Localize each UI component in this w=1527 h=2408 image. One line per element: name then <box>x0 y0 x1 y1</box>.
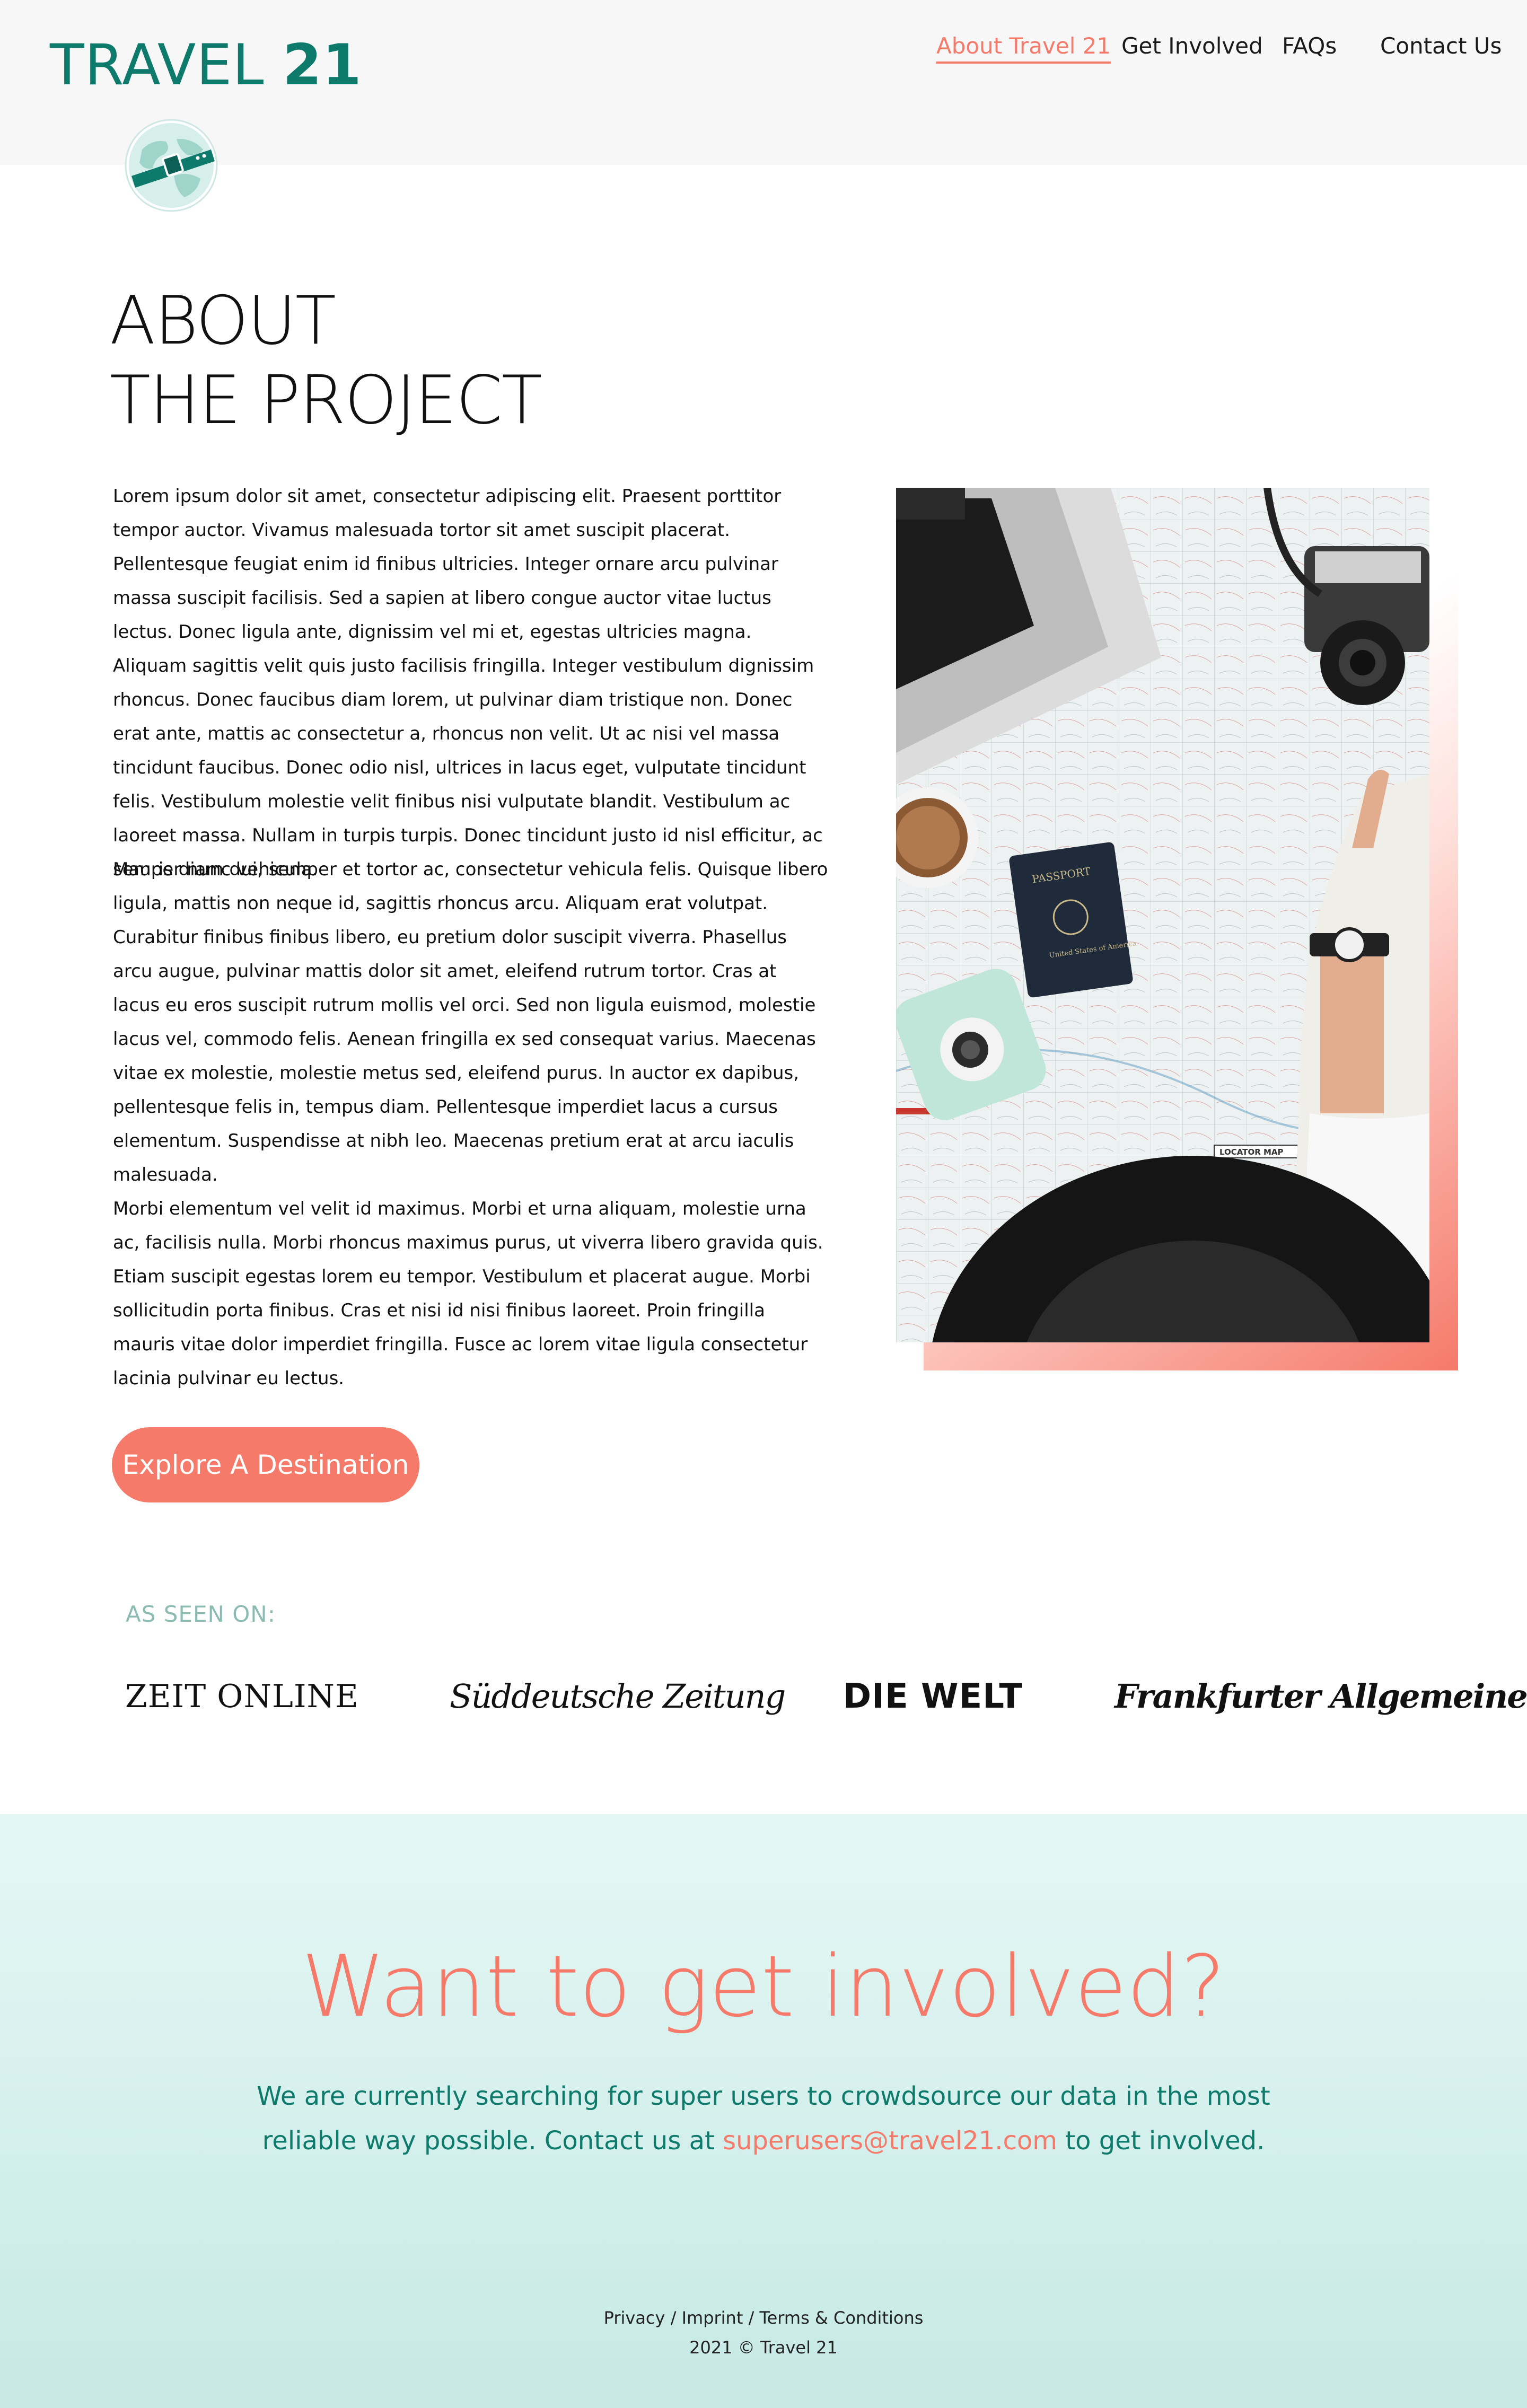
map-label: LOCATOR MAP <box>1219 1147 1284 1157</box>
terms-link[interactable]: Terms & Conditions <box>760 2308 924 2328</box>
travel-photo: LOCATOR MAP PASSPORT United States of Am… <box>896 488 1429 1342</box>
privacy-link[interactable]: Privacy <box>604 2308 665 2328</box>
footer-separator: / <box>743 2308 760 2328</box>
about-paragraph-1: Lorem ipsum dolor sit amet, consectetur … <box>113 486 823 880</box>
logo-number: 21 <box>283 32 362 98</box>
about-title-line-2: THE PROJECT <box>110 361 542 439</box>
about-paragraph-2: Mauris diam dui, semper et tortor ac, co… <box>113 859 828 1185</box>
nav-about[interactable]: About Travel 21 <box>936 28 1111 65</box>
travel-flatlay-image: LOCATOR MAP PASSPORT United States of Am… <box>896 488 1429 1342</box>
get-involved-text-after: to get involved. <box>1057 2126 1265 2156</box>
nav-faqs[interactable]: FAQs <box>1282 28 1337 65</box>
travel-photo-frame: LOCATOR MAP PASSPORT United States of Am… <box>896 488 1458 1370</box>
get-involved-section: Want to get involved? We are currently s… <box>0 1814 1527 2408</box>
about-title-line-1: ABOUT <box>110 282 336 359</box>
globe-belt-icon <box>125 119 218 212</box>
as-seen-on-label: AS SEEN ON: <box>126 1601 276 1627</box>
die-welt-logo: DIE WELT <box>843 1677 1023 1716</box>
logo-word: TRAVEL <box>50 32 265 98</box>
imprint-link[interactable]: Imprint <box>682 2308 743 2328</box>
get-involved-text: We are currently searching for super use… <box>223 2074 1304 2163</box>
site-header: TRAVEL 21 About Travel 21 Get Involved F… <box>0 0 1527 165</box>
nav-contact[interactable]: Contact Us <box>1380 28 1502 65</box>
email-link[interactable]: superusers@travel21.com <box>723 2126 1057 2156</box>
explore-destination-button[interactable]: Explore A Destination <box>112 1427 419 1502</box>
frankfurter-allgemeine-logo: Frankfurter Allgemeine <box>1114 1677 1527 1716</box>
about-title: ABOUT THE PROJECT <box>110 281 542 440</box>
about-paragraph-3: Morbi elementum vel velit id maximus. Mo… <box>113 1198 823 1389</box>
nav-get-involved[interactable]: Get Involved <box>1121 28 1263 65</box>
zeit-online-logo: ZEIT ONLINE <box>125 1678 359 1715</box>
logo[interactable]: TRAVEL 21 <box>50 31 362 100</box>
sueddeutsche-zeitung-logo: Süddeutsche Zeitung <box>450 1677 786 1716</box>
get-involved-title: Want to get involved? <box>301 1937 1226 2036</box>
footer-links: Privacy / Imprint / Terms & Conditions <box>0 2303 1527 2333</box>
copyright: 2021 © Travel 21 <box>689 2337 838 2358</box>
footer-separator: / <box>665 2308 682 2328</box>
